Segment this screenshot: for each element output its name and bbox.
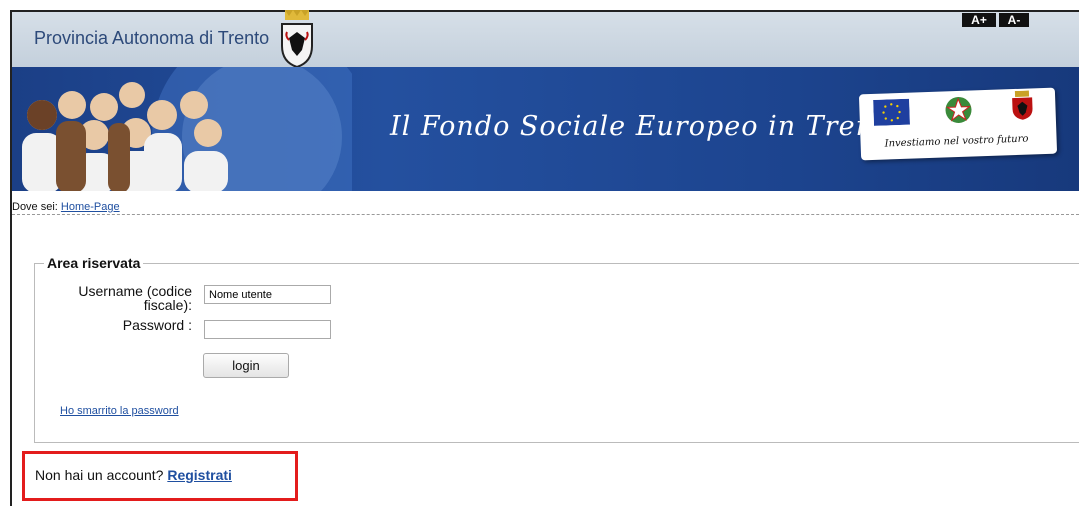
- username-input[interactable]: [204, 285, 331, 304]
- italian-emblem-icon: [945, 96, 972, 123]
- font-decrease-button[interactable]: A-: [999, 13, 1029, 27]
- breadcrumb-home-link[interactable]: Home-Page: [61, 201, 120, 213]
- people-photo-image: [22, 67, 352, 191]
- trento-emblem-icon: [1012, 90, 1033, 120]
- register-prompt: Non hai un account? Registrati: [35, 467, 232, 483]
- breadcrumb-label: Dove sei:: [12, 201, 58, 213]
- logo-card: Investiamo nel vostro futuro: [858, 87, 1058, 161]
- province-title: Provincia Autonoma di Trento: [34, 28, 270, 48]
- register-link[interactable]: Registrati: [167, 467, 232, 483]
- breadcrumb: Dove sei: Home-Page: [12, 201, 120, 213]
- username-label-line2: fiscale):: [143, 297, 192, 313]
- username-label-line1: Username (codice: [78, 283, 192, 299]
- eu-flag-icon: [873, 98, 910, 126]
- register-question: Non hai un account?: [35, 467, 164, 483]
- divider: [12, 214, 1079, 215]
- banner-title: Il Fondo Sociale Europeo in Trentino: [390, 111, 932, 142]
- trento-crest-icon: [281, 10, 313, 68]
- login-button[interactable]: login: [203, 353, 289, 378]
- card-caption: Investiamo nel vostro futuro: [884, 133, 1029, 150]
- password-label: Password :: [122, 317, 192, 333]
- forgot-password-link[interactable]: Ho smarrito la password: [60, 405, 179, 417]
- font-increase-button[interactable]: A+: [962, 13, 996, 27]
- banner: Il Fondo Sociale Europeo in Trentino Inv…: [12, 67, 1079, 191]
- password-input[interactable]: [204, 320, 331, 339]
- login-legend: Area riservata: [44, 255, 144, 271]
